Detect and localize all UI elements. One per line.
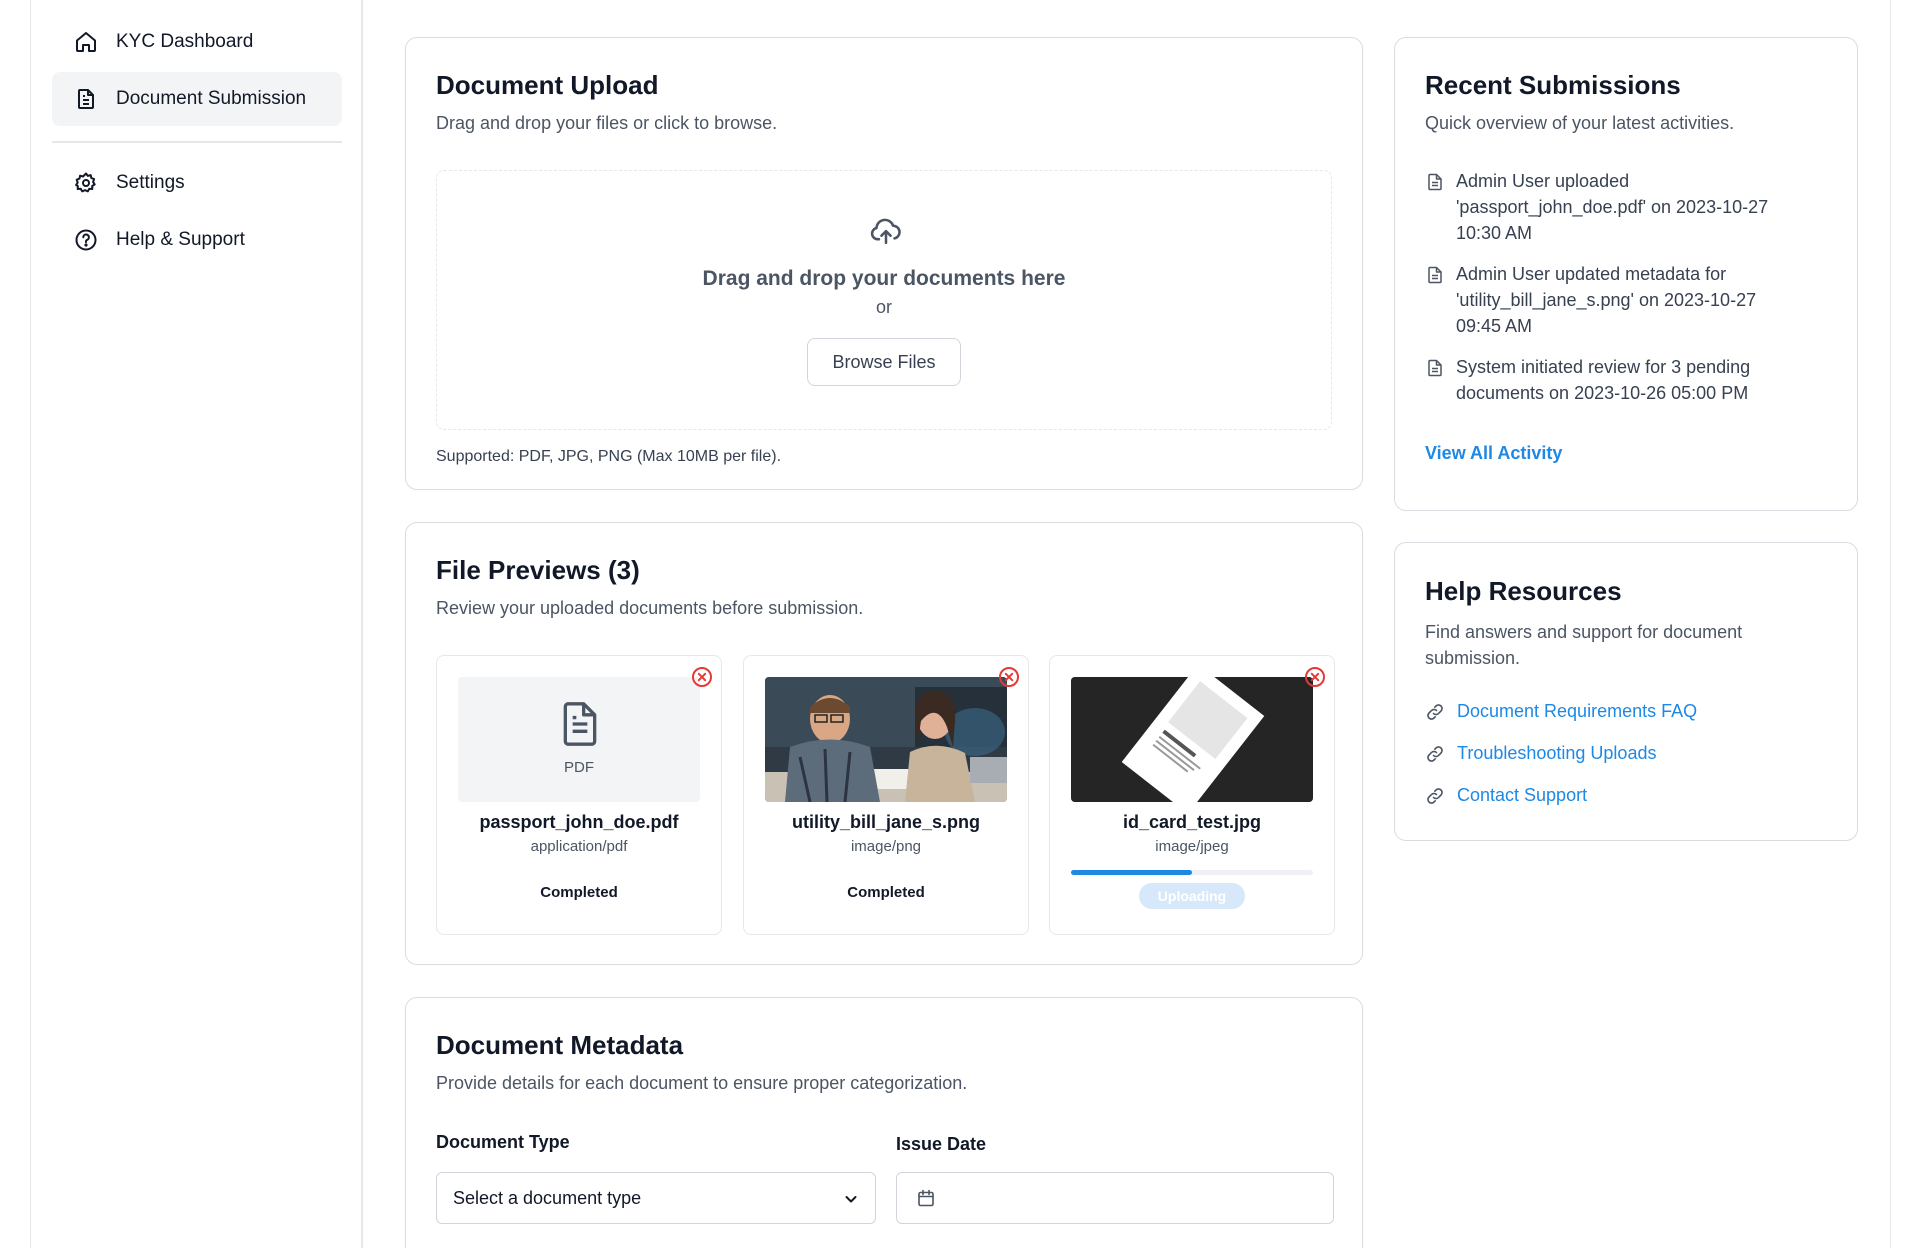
activity-item: Admin User updated metadata for 'utility… bbox=[1425, 261, 1825, 339]
photo-two-people-working bbox=[765, 677, 1007, 802]
sidebar-item-help-support[interactable]: Help & Support bbox=[52, 213, 342, 267]
file-previews-card: File Previews (3) Review your uploaded d… bbox=[405, 522, 1363, 965]
card-subtitle: Quick overview of your latest activities… bbox=[1425, 113, 1735, 133]
cloud-upload-icon bbox=[870, 218, 901, 245]
photo-id-card bbox=[1071, 677, 1313, 802]
remove-file-icon[interactable] bbox=[1304, 666, 1326, 688]
card-title: Help Resources bbox=[1425, 576, 1622, 606]
card-subtitle-line: submission. bbox=[1425, 648, 1521, 668]
thumbnail-label: PDF bbox=[564, 759, 594, 776]
card-subtitle: Drag and drop your files or click to bro… bbox=[436, 113, 778, 133]
sidebar-item-label: Settings bbox=[116, 172, 185, 193]
link-icon bbox=[1427, 703, 1443, 720]
document-type-select[interactable]: Select a document type bbox=[436, 1172, 876, 1224]
uploading-status-badge: Uploading bbox=[1139, 883, 1245, 909]
card-title: Recent Submissions bbox=[1425, 70, 1681, 100]
file-text-icon bbox=[563, 702, 597, 746]
activity-line: 'passport_john_doe.pdf' on 2023-10-27 bbox=[1456, 197, 1769, 217]
activity-line: Admin User uploaded bbox=[1456, 171, 1630, 191]
sidebar-item-document-submission[interactable]: Document Submission bbox=[52, 72, 342, 126]
sidebar-item-label: Help & Support bbox=[116, 229, 245, 250]
supported-formats-note: Supported: PDF, JPG, PNG (Max 10MB per f… bbox=[436, 448, 782, 465]
file-type: image/jpeg bbox=[1155, 838, 1229, 855]
sidebar-divider bbox=[52, 141, 342, 143]
help-resources-card: Help Resources Find answers and support … bbox=[1394, 542, 1858, 841]
pdf-thumbnail: PDF bbox=[458, 677, 700, 802]
document-icon bbox=[74, 87, 98, 111]
help-link-faq[interactable]: Document Requirements FAQ bbox=[1425, 701, 1697, 722]
activity-line: System initiated review for 3 pending bbox=[1456, 357, 1751, 377]
card-title: Document Upload bbox=[436, 70, 659, 100]
file-preview-card: id_card_test.jpg image/jpeg Uploading bbox=[1049, 655, 1335, 935]
card-subtitle: Provide details for each document to ens… bbox=[436, 1073, 968, 1093]
drop-zone-or: or bbox=[875, 297, 892, 317]
view-all-activity-link[interactable]: View All Activity bbox=[1425, 443, 1562, 464]
file-name: utility_bill_jane_s.png bbox=[791, 812, 981, 832]
help-link-troubleshooting[interactable]: Troubleshooting Uploads bbox=[1425, 743, 1656, 764]
help-link-contact-support[interactable]: Contact Support bbox=[1425, 785, 1587, 806]
image-thumbnail bbox=[1071, 677, 1313, 802]
activity-line: 09:45 AM bbox=[1456, 316, 1533, 336]
document-metadata-card: Document Metadata Provide details for ea… bbox=[405, 997, 1363, 1248]
card-title: File Previews (3) bbox=[436, 555, 640, 585]
activity-line: documents on 2023-10-26 05:00 PM bbox=[1456, 383, 1749, 403]
drop-zone[interactable]: Drag and drop your documents here or Bro… bbox=[436, 170, 1332, 430]
link-icon bbox=[1427, 787, 1443, 804]
document-icon bbox=[1428, 359, 1442, 377]
sidebar-item-kyc-dashboard[interactable]: KYC Dashboard bbox=[52, 15, 342, 69]
activity-line: 10:30 AM bbox=[1456, 223, 1533, 243]
home-icon bbox=[74, 30, 98, 54]
file-type: application/pdf bbox=[530, 838, 628, 855]
frame-right-border bbox=[1890, 0, 1891, 1248]
browse-files-button[interactable]: Browse Files bbox=[807, 338, 961, 386]
calendar-icon bbox=[918, 1189, 934, 1207]
card-subtitle-line: Find answers and support for document bbox=[1425, 622, 1743, 642]
chevron-down-icon bbox=[845, 1196, 857, 1203]
sidebar-item-label: Document Submission bbox=[116, 88, 307, 109]
activity-item: System initiated review for 3 pending do… bbox=[1425, 354, 1825, 406]
card-title: Document Metadata bbox=[436, 1030, 684, 1060]
help-circle-icon bbox=[74, 228, 98, 252]
file-name: passport_john_doe.pdf bbox=[479, 812, 679, 832]
file-type: image/png bbox=[850, 838, 922, 855]
file-status: Completed bbox=[540, 884, 618, 901]
card-subtitle: Find answers and support for document su… bbox=[1425, 619, 1742, 671]
card-subtitle: Review your uploaded documents before su… bbox=[436, 598, 864, 618]
file-status: Completed bbox=[847, 884, 925, 901]
remove-file-icon[interactable] bbox=[691, 666, 713, 688]
activity-item: Admin User uploaded 'passport_john_doe.p… bbox=[1425, 168, 1825, 246]
gear-icon bbox=[74, 171, 98, 195]
image-thumbnail bbox=[765, 677, 1007, 802]
file-name: id_card_test.jpg bbox=[1122, 812, 1262, 832]
help-link-label: Troubleshooting Uploads bbox=[1457, 743, 1657, 763]
activity-line: 'utility_bill_jane_s.png' on 2023-10-27 bbox=[1456, 290, 1757, 310]
file-preview-card: utility_bill_jane_s.png image/png Comple… bbox=[743, 655, 1029, 935]
upload-progress-fill bbox=[1071, 870, 1192, 875]
sidebar: KYC Dashboard Document Submission Settin… bbox=[31, 0, 363, 1248]
document-type-value: Select a document type bbox=[453, 1187, 642, 1208]
upload-progress-bar bbox=[1071, 870, 1313, 875]
file-preview-card: PDF passport_john_doe.pdf application/pd… bbox=[436, 655, 722, 935]
sidebar-item-label: KYC Dashboard bbox=[116, 31, 254, 52]
help-link-label: Contact Support bbox=[1457, 785, 1588, 805]
document-type-label: Document Type bbox=[436, 1132, 570, 1152]
sidebar-item-settings[interactable]: Settings bbox=[52, 156, 342, 210]
drop-zone-title: Drag and drop your documents here bbox=[702, 267, 1066, 290]
document-upload-card: Document Upload Drag and drop your files… bbox=[405, 37, 1363, 490]
issue-date-input[interactable] bbox=[896, 1172, 1334, 1224]
activity-line: Admin User updated metadata for bbox=[1456, 264, 1727, 284]
document-icon bbox=[1428, 173, 1442, 191]
issue-date-label: Issue Date bbox=[896, 1134, 987, 1154]
link-icon bbox=[1427, 745, 1443, 762]
recent-submissions-card: Recent Submissions Quick overview of you… bbox=[1394, 37, 1858, 511]
document-icon bbox=[1428, 266, 1442, 284]
help-link-label: Document Requirements FAQ bbox=[1457, 701, 1698, 721]
remove-file-icon[interactable] bbox=[998, 666, 1020, 688]
